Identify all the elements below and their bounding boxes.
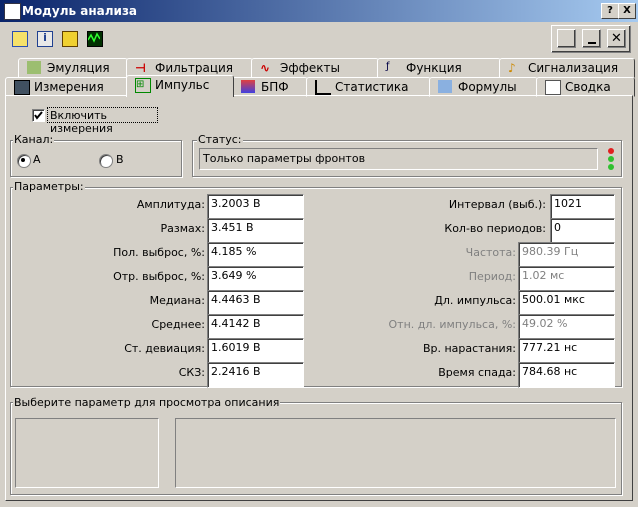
fall-time-field[interactable]: 784.68 нс (518, 362, 615, 388)
fall-time-label: Время спада: (438, 366, 516, 379)
period-label: Период: (468, 270, 516, 283)
export-icon[interactable] (557, 29, 576, 48)
channel-label: Канал: (13, 133, 55, 146)
channel-a-radio[interactable] (17, 154, 31, 168)
pos-overshoot-field[interactable]: 4.185 % (207, 242, 304, 268)
pos-overshoot-label: Пол. выброс, %: (113, 246, 205, 259)
tab-effects[interactable]: ∿ Эффекты (251, 58, 379, 78)
duty-cycle-field: 49.02 % (518, 314, 615, 340)
interval-label: Интервал (выб.): (448, 198, 546, 211)
tab-alarm[interactable]: ♪ Сигнализация (499, 58, 635, 78)
peak-to-peak-field[interactable]: 3.451 В (207, 218, 304, 244)
measure-icon (14, 80, 30, 95)
channel-a-label: A (33, 153, 41, 166)
status-label: Статус: (197, 133, 243, 146)
status-green-icon (608, 156, 614, 162)
channel-b-radio[interactable] (99, 154, 113, 168)
info-icon[interactable]: i (34, 28, 54, 48)
tab-emulation[interactable]: Эмуляция (18, 58, 128, 78)
pulse-width-field[interactable]: 500.01 мкс (518, 290, 615, 316)
emulation-icon (27, 61, 41, 74)
std-dev-label: Ст. девиация: (124, 342, 205, 355)
mean-field[interactable]: 4.4142 В (207, 314, 304, 340)
close-icon[interactable]: ✕ (607, 29, 626, 48)
frequency-field: 980.39 Гц (518, 242, 615, 268)
description-image (15, 418, 159, 488)
minimize-icon[interactable] (582, 29, 601, 48)
median-field[interactable]: 4.4463 В (207, 290, 304, 316)
duty-cycle-label: Отн. дл. импульса, %: (388, 318, 516, 331)
amplitude-label: Амплитуда: (136, 198, 205, 211)
tab-stats[interactable]: Статистика (306, 77, 431, 97)
effects-icon: ∿ (260, 61, 271, 75)
description-label: Выберите параметр для просмотра описания (13, 396, 281, 409)
frequency-label: Частота: (465, 246, 516, 259)
window-title: Модуль анализа (22, 4, 138, 18)
periods-count-field[interactable]: 0 (550, 218, 615, 244)
filter-icon: ⊣ (135, 61, 146, 75)
fft-icon (241, 80, 255, 93)
neg-overshoot-label: Отр. выброс, %: (113, 270, 205, 283)
amplitude-field[interactable]: 3.2003 В (207, 194, 304, 220)
alarm-icon: ♪ (508, 61, 516, 75)
median-label: Медиана: (149, 294, 205, 307)
ruler-icon[interactable] (59, 28, 79, 48)
star-icon[interactable] (9, 28, 29, 48)
title-bar: Модуль анализа ? X (0, 0, 638, 22)
neg-overshoot-field[interactable]: 3.649 % (207, 266, 304, 292)
stats-icon (315, 80, 331, 95)
enable-label[interactable]: Включить измерения (47, 107, 158, 135)
channel-b-label: B (116, 153, 124, 166)
close-button[interactable]: X (618, 3, 636, 19)
std-dev-field[interactable]: 1.6019 В (207, 338, 304, 364)
pulse-width-label: Дл. импульса: (434, 294, 516, 307)
rms-field[interactable]: 2.2416 В (207, 362, 304, 388)
pulse-icon: ⊞ (135, 78, 151, 93)
rise-time-field[interactable]: 777.21 нс (518, 338, 615, 364)
peak-to-peak-label: Размах: (160, 222, 205, 235)
help-button[interactable]: ? (601, 3, 619, 19)
app-icon (4, 3, 21, 20)
description-text (175, 418, 616, 488)
enable-checkbox[interactable] (32, 109, 45, 122)
params-label: Параметры: (13, 180, 85, 193)
formula-icon (438, 80, 452, 93)
periods-count-label: Кол-во периодов: (444, 222, 546, 235)
tab-formula[interactable]: Формулы (429, 77, 538, 97)
tab-pulse[interactable]: ⊞ Импульс (126, 75, 234, 97)
status-green2-icon (608, 164, 614, 170)
period-field: 1.02 мс (518, 266, 615, 292)
summary-icon (545, 80, 561, 95)
status-red-icon (608, 148, 614, 154)
function-icon: ƒ (386, 61, 390, 72)
rise-time-label: Вр. нарастания: (422, 342, 516, 355)
rms-label: СКЗ: (178, 366, 205, 379)
scope-icon[interactable] (84, 28, 104, 48)
interval-field[interactable]: 1021 (550, 194, 615, 220)
tab-summary[interactable]: Сводка (536, 77, 635, 97)
tab-function[interactable]: ƒ Функция (377, 58, 501, 78)
mean-label: Среднее: (151, 318, 205, 331)
tab-measure[interactable]: Измерения (5, 77, 134, 97)
status-value: Только параметры фронтов (199, 148, 598, 170)
tab-fft[interactable]: БПФ (232, 77, 308, 97)
